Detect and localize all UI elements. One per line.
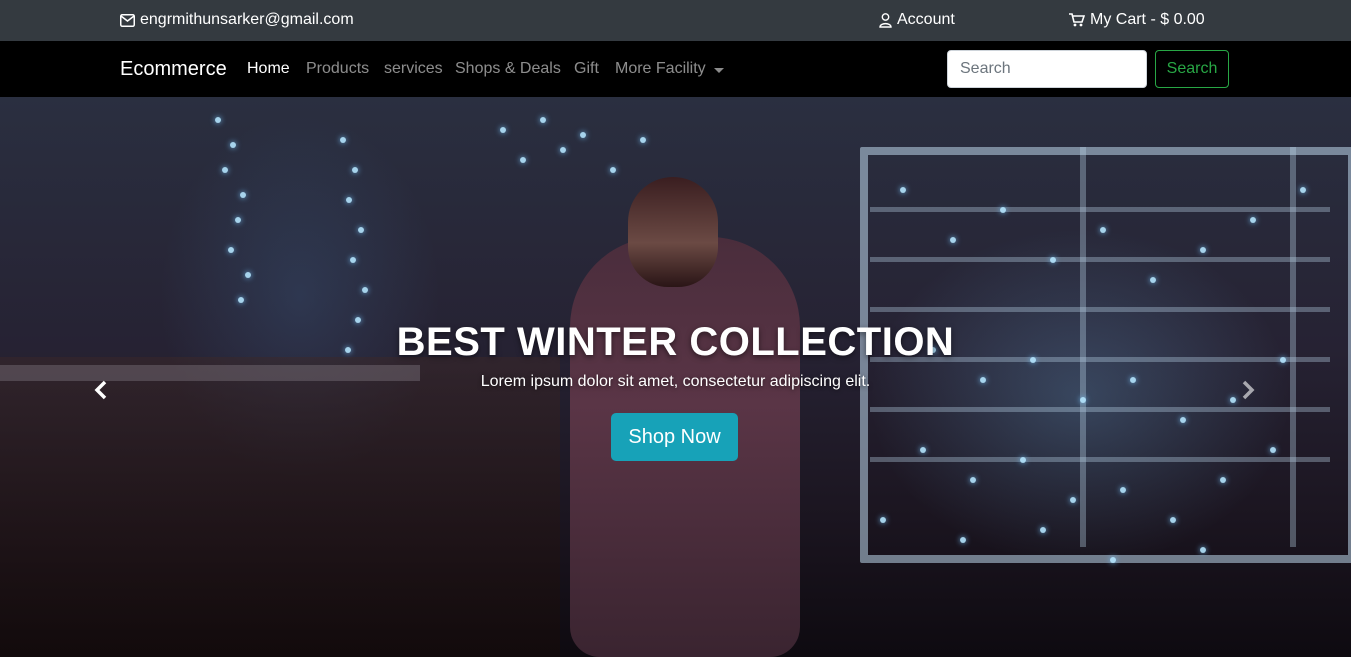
user-icon [879,12,892,28]
hero-caption: BEST WINTER COLLECTION Lorem ipsum dolor… [0,320,1351,391]
hero-subtitle: Lorem ipsum dolor sit amet, consectetur … [480,373,871,390]
shop-now-button[interactable]: Shop Now [611,413,738,461]
top-info-bar: engrmithunsarker@gmail.com Account My Ca… [0,0,1351,41]
nav-shops-deals[interactable]: Shops & Deals [455,60,561,78]
envelope-icon [120,13,135,27]
nav-more-facility-label: More Facility [615,60,706,77]
nav-home[interactable]: Home [247,60,290,78]
nav-services[interactable]: services [384,60,443,78]
cart-label: My Cart - $ 0.00 [1090,11,1205,28]
shopping-cart-icon [1069,13,1085,27]
hero-carousel: BEST WINTER COLLECTION Lorem ipsum dolor… [0,97,1351,657]
search-button[interactable]: Search [1155,50,1229,88]
nav-more-facility-dropdown[interactable]: More Facility [615,60,724,78]
cart-link[interactable]: My Cart - $ 0.00 [1069,11,1205,29]
contact-email-text: engrmithunsarker@gmail.com [140,11,354,28]
hero-title: BEST WINTER COLLECTION [396,320,955,364]
search-input[interactable] [947,50,1147,88]
account-link[interactable]: Account [879,11,955,29]
account-label: Account [897,11,955,28]
nav-gift[interactable]: Gift [574,60,599,78]
brand-logo[interactable]: Ecommerce [120,58,227,81]
nav-products[interactable]: Products [306,60,369,78]
contact-email[interactable]: engrmithunsarker@gmail.com [120,11,354,29]
main-navbar: Ecommerce Home Products services Shops &… [0,41,1351,97]
caret-down-icon [713,67,724,73]
